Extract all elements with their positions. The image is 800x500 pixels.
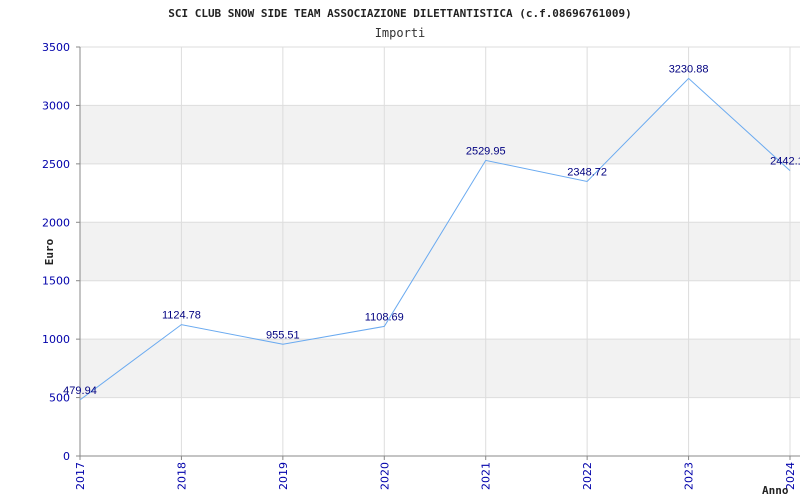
data-label: 479.94 xyxy=(63,385,97,397)
x-tick-label: 2023 xyxy=(683,462,696,490)
x-tick-label: 2020 xyxy=(378,462,391,490)
x-tick-label: 2022 xyxy=(581,462,594,490)
grid-band xyxy=(80,339,800,398)
x-tick-label: 2021 xyxy=(480,462,493,490)
data-label: 1108.69 xyxy=(365,311,404,323)
x-tick-label: 2017 xyxy=(74,462,87,490)
data-label: 1124.78 xyxy=(162,310,201,322)
y-tick-label: 2000 xyxy=(42,216,70,229)
grid-band xyxy=(80,105,800,164)
line-chart: 0500100015002000250030003500 2017 2018 201… xyxy=(0,0,800,500)
chart-subtitle: Importi xyxy=(375,26,426,40)
data-label: 2529.95 xyxy=(466,145,506,157)
y-tick-label: 3500 xyxy=(42,41,70,54)
x-axis-title: Anno xyxy=(762,484,789,497)
x-tick-label: 2019 xyxy=(277,462,290,490)
y-tick-label: 2500 xyxy=(42,158,70,171)
y-tick-label: 3000 xyxy=(42,99,70,112)
y-axis-title: Euro xyxy=(43,238,56,265)
x-tick-label: 2018 xyxy=(175,462,188,490)
grid-band xyxy=(80,222,800,281)
data-label: 955.51 xyxy=(266,329,300,341)
y-tick-label: 0 xyxy=(63,450,70,463)
y-tick-label: 1000 xyxy=(42,333,70,346)
data-label: 2442.13 xyxy=(770,156,800,168)
grid-bands xyxy=(80,105,800,398)
data-label: 3230.88 xyxy=(669,63,709,75)
chart-title: SCI CLUB SNOW SIDE TEAM ASSOCIAZIONE DIL… xyxy=(168,7,632,20)
data-label: 2348.72 xyxy=(567,167,607,179)
y-tick-label: 1500 xyxy=(42,275,70,288)
